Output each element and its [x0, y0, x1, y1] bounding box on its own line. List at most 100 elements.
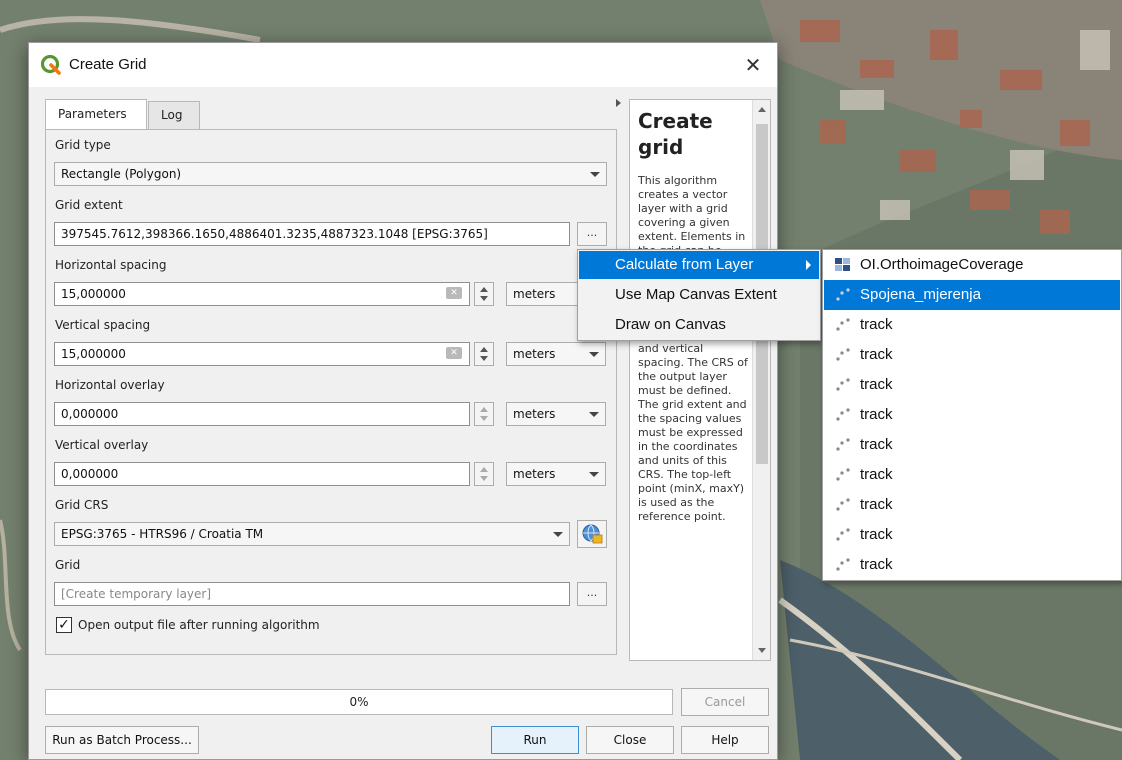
layer-item-track[interactable]: track [824, 490, 1120, 520]
progress-bar: 0% [45, 689, 673, 715]
layer-item-track[interactable]: track [824, 550, 1120, 580]
clear-icon[interactable]: ✕ [446, 287, 462, 299]
menu-item-use-map-canvas-extent[interactable]: Use Map Canvas Extent [579, 281, 819, 309]
grid-extent-label: Grid extent [55, 198, 123, 212]
extent-options-label: ... [586, 226, 598, 239]
open-output-checkbox[interactable]: ✓ [56, 617, 72, 633]
layer-submenu: OI.OrthoimageCoverage Spojena_mjerenja t… [822, 249, 1122, 581]
spin-up-icon[interactable] [480, 287, 488, 292]
menu-item-calculate-from-layer[interactable]: Calculate from Layer [579, 251, 819, 279]
horizontal-overlay-input[interactable]: 0,000000 [54, 402, 470, 426]
layer-item-label: OI.OrthoimageCoverage [860, 256, 1024, 273]
output-options-label: ... [586, 586, 598, 599]
help-body: This algorithm creates a vector layer wi… [638, 174, 748, 523]
horizontal-spacing-spinner[interactable] [474, 282, 494, 306]
layer-item-label: Spojena_mjerenja [860, 286, 981, 303]
help-button[interactable]: Help [681, 726, 769, 754]
layer-item-label: track [860, 556, 893, 573]
select-crs-button[interactable] [577, 520, 607, 548]
chevron-down-icon [589, 352, 599, 357]
layer-item-track[interactable]: track [824, 310, 1120, 340]
spin-up-icon[interactable] [480, 407, 488, 412]
point-layer-icon [836, 348, 850, 361]
point-layer-icon [836, 378, 850, 391]
globe-icon [582, 524, 603, 544]
spin-up-icon[interactable] [480, 347, 488, 352]
chevron-down-icon [589, 472, 599, 477]
layer-item-label: track [860, 376, 893, 393]
spin-down-icon[interactable] [480, 356, 488, 361]
vertical-overlay-input[interactable]: 0,000000 [54, 462, 470, 486]
open-output-label: Open output file after running algorithm [78, 618, 320, 632]
grid-crs-label: Grid CRS [55, 498, 109, 512]
close-button[interactable]: Close [586, 726, 674, 754]
layer-item-label: track [860, 466, 893, 483]
grid-extent-input[interactable]: 397545.7612,398366.1650,4886401.3235,488… [54, 222, 570, 246]
menu-item-draw-on-canvas[interactable]: Draw on Canvas [579, 311, 819, 339]
horizontal-overlay-spinner[interactable] [474, 402, 494, 426]
help-scrollbar[interactable] [752, 100, 770, 660]
point-layer-icon [836, 438, 850, 451]
vertical-spacing-unit-combo[interactable]: meters [506, 342, 606, 366]
horizontal-spacing-input[interactable]: 15,000000 [54, 282, 470, 306]
chevron-down-icon [553, 532, 563, 537]
collapse-help-icon[interactable] [616, 99, 621, 107]
layer-item-track[interactable]: track [824, 520, 1120, 550]
cancel-button[interactable]: Cancel [681, 688, 769, 716]
scroll-up-icon[interactable] [758, 107, 766, 112]
grid-type-value: Rectangle (Polygon) [61, 167, 182, 181]
layer-item-track[interactable]: track [824, 340, 1120, 370]
layer-item-label: track [860, 436, 893, 453]
layer-item-track[interactable]: track [824, 430, 1120, 460]
vertical-spacing-label: Vertical spacing [55, 318, 151, 332]
chevron-down-icon [589, 412, 599, 417]
grid-output-label: Grid [55, 558, 81, 572]
menu-item-label: Calculate from Layer [615, 256, 754, 273]
raster-layer-icon [835, 258, 850, 271]
spin-down-icon[interactable] [480, 416, 488, 421]
layer-item-label: track [860, 406, 893, 423]
grid-crs-combo[interactable]: EPSG:3765 - HTRS96 / Croatia TM [54, 522, 570, 546]
help-title: Create grid [638, 109, 713, 159]
vertical-overlay-label: Vertical overlay [55, 438, 149, 452]
spin-up-icon[interactable] [480, 467, 488, 472]
menu-item-label: Use Map Canvas Extent [615, 286, 777, 303]
tab-parameters[interactable]: Parameters [45, 99, 147, 130]
vertical-spacing-unit: meters [513, 347, 556, 361]
spin-down-icon[interactable] [480, 476, 488, 481]
vertical-spacing-spinner[interactable] [474, 342, 494, 366]
grid-type-combo[interactable]: Rectangle (Polygon) [54, 162, 607, 186]
horizontal-overlay-unit: meters [513, 407, 556, 421]
vertical-overlay-unit-combo[interactable]: meters [506, 462, 606, 486]
point-layer-icon [836, 528, 850, 541]
spin-down-icon[interactable] [480, 296, 488, 301]
horizontal-overlay-unit-combo[interactable]: meters [506, 402, 606, 426]
point-layer-icon [836, 468, 850, 481]
grid-output-input[interactable]: [Create temporary layer] [54, 582, 570, 606]
menu-item-label: Draw on Canvas [615, 316, 726, 333]
layer-item-spojena-mjerenja[interactable]: Spojena_mjerenja [824, 280, 1120, 310]
extent-options-button[interactable]: ... [577, 222, 607, 246]
layer-item-track[interactable]: track [824, 400, 1120, 430]
layer-item-track[interactable]: track [824, 460, 1120, 490]
submenu-arrow-icon [806, 260, 811, 270]
layer-item-orthoimagecoverage[interactable]: OI.OrthoimageCoverage [824, 250, 1120, 280]
vertical-overlay-spinner[interactable] [474, 462, 494, 486]
vertical-spacing-input[interactable]: 15,000000 [54, 342, 470, 366]
point-layer-icon [836, 408, 850, 421]
vertical-overlay-unit: meters [513, 467, 556, 481]
grid-crs-value: EPSG:3765 - HTRS96 / Croatia TM [61, 527, 264, 541]
output-options-button[interactable]: ... [577, 582, 607, 606]
run-as-batch-button[interactable]: Run as Batch Process... [45, 726, 199, 754]
progress-text: 0% [349, 695, 369, 709]
run-button[interactable]: Run [491, 726, 579, 754]
close-window-icon[interactable]: ✕ [737, 49, 769, 81]
dialog-title: Create Grid [69, 56, 147, 73]
tab-log[interactable]: Log [148, 101, 200, 129]
clear-icon[interactable]: ✕ [446, 347, 462, 359]
scroll-down-icon[interactable] [758, 648, 766, 653]
layer-item-label: track [860, 496, 893, 513]
horizontal-spacing-unit: meters [513, 287, 556, 301]
layer-item-track[interactable]: track [824, 370, 1120, 400]
dialog-titlebar: Create Grid ✕ [29, 43, 777, 87]
